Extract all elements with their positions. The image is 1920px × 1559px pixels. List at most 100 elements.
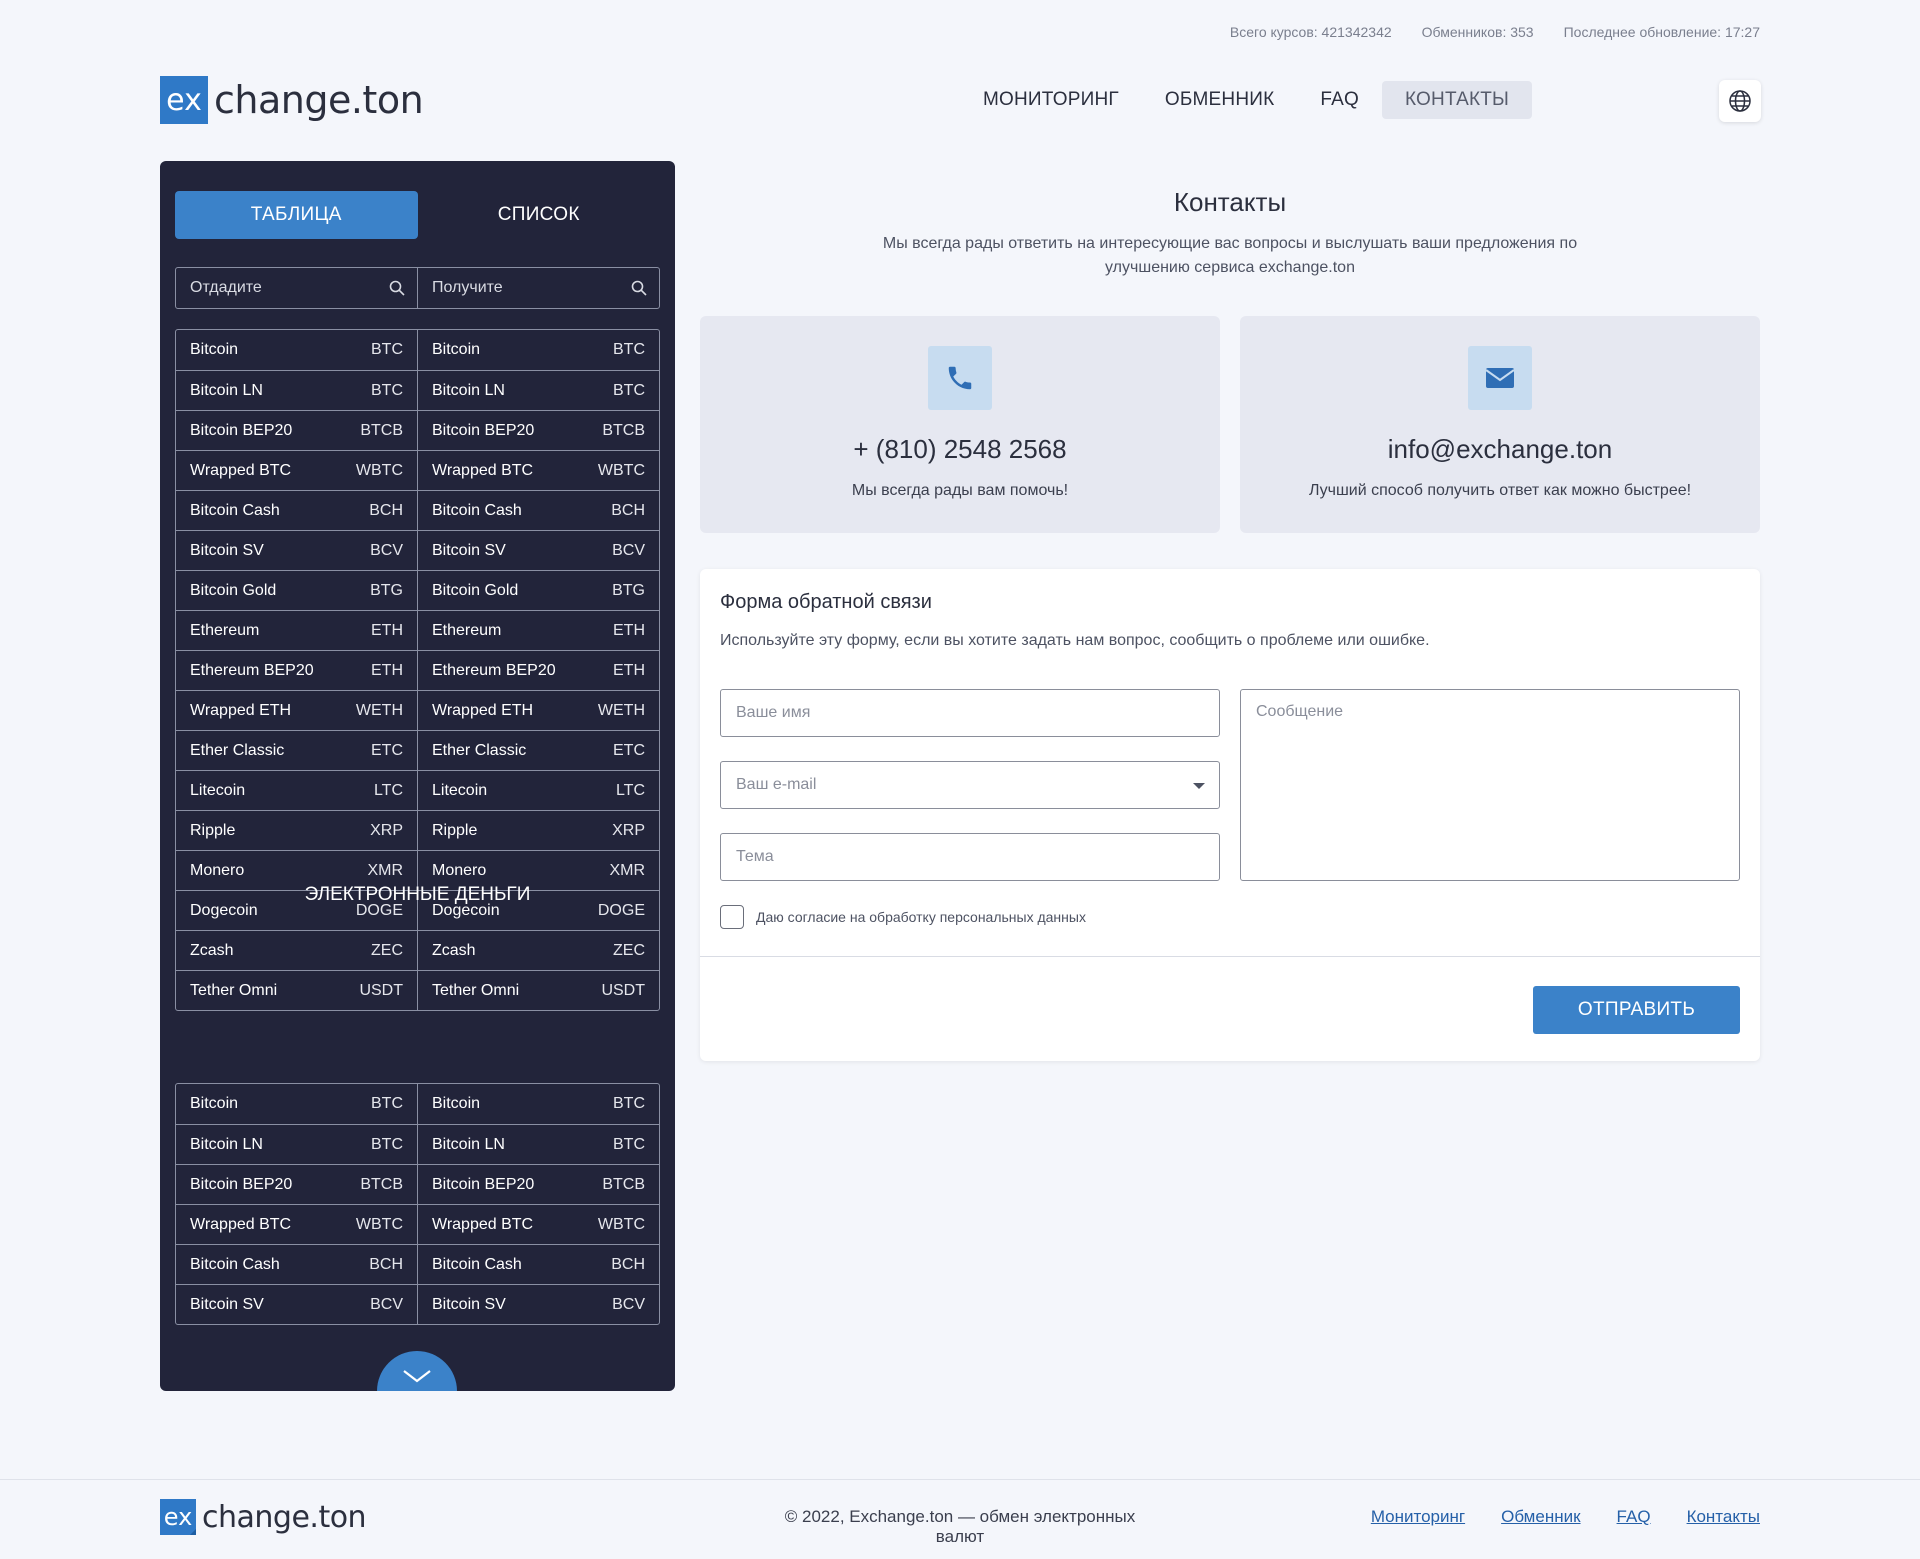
nav-contacts[interactable]: КОНТАКТЫ — [1381, 81, 1533, 119]
get-currency-option[interactable]: Bitcoin SV BCV — [417, 531, 659, 570]
language-button[interactable] — [1719, 80, 1761, 122]
currency-name: Ripple — [190, 821, 236, 839]
get-currency-option[interactable]: Zcash ZEC — [417, 931, 659, 970]
give-currency-option[interactable]: Bitcoin LN BTC — [176, 371, 417, 410]
currency-name: Wrapped BTC — [190, 1215, 292, 1233]
currency-code: XMR — [609, 861, 645, 879]
currency-row: Bitcoin BTC Bitcoin BTC — [176, 1084, 659, 1124]
currency-code: XMR — [367, 861, 403, 879]
give-currency-option[interactable]: Zcash ZEC — [176, 931, 417, 970]
nav-faq[interactable]: FAQ — [1297, 81, 1382, 119]
get-currency-option[interactable]: Tether Omni USDT — [417, 971, 659, 1010]
get-currency-option[interactable]: Litecoin LTC — [417, 771, 659, 810]
currency-name: Zcash — [432, 941, 476, 959]
give-currency-option[interactable]: Ethereum ETH — [176, 611, 417, 650]
give-currency-option[interactable]: Tether Omni USDT — [176, 971, 417, 1010]
get-currency-option[interactable]: Bitcoin Cash BCH — [417, 1245, 659, 1284]
footer-link-exchanger[interactable]: Обменник — [1501, 1507, 1580, 1527]
give-currency-option[interactable]: Litecoin LTC — [176, 771, 417, 810]
get-currency-option[interactable]: Bitcoin BEP20 BTCB — [417, 411, 659, 450]
submit-button[interactable]: ОТПРАВИТЬ — [1533, 986, 1740, 1034]
give-currency-option[interactable]: Ripple XRP — [176, 811, 417, 850]
consent-checkbox[interactable] — [720, 905, 744, 929]
get-currency-option[interactable]: Bitcoin LN BTC — [417, 371, 659, 410]
message-textarea[interactable]: Сообщение — [1240, 689, 1740, 881]
email-address[interactable]: info@exchange.ton — [1240, 434, 1760, 465]
name-input[interactable]: Ваше имя — [720, 689, 1220, 737]
get-currency-option[interactable]: Ethereum ETH — [417, 611, 659, 650]
give-currency-option[interactable]: Ethereum BEP20 ETH — [176, 651, 417, 690]
give-currency-option[interactable]: Bitcoin BEP20 BTCB — [176, 1165, 417, 1204]
give-currency-option[interactable]: Wrapped BTC WBTC — [176, 1205, 417, 1244]
currency-code: BTC — [613, 341, 645, 358]
currency-name: Bitcoin BEP20 — [432, 1175, 535, 1193]
currency-row: Bitcoin LN BTC Bitcoin LN BTC — [176, 1124, 659, 1164]
footer-link-contacts[interactable]: Контакты — [1687, 1507, 1760, 1527]
get-currency-option[interactable]: Bitcoin Gold BTG — [417, 571, 659, 610]
get-search-input[interactable]: Получите — [417, 268, 659, 308]
currency-row: Litecoin LTC Litecoin LTC — [176, 770, 659, 810]
get-currency-option[interactable]: Wrapped BTC WBTC — [417, 451, 659, 490]
currency-name: Bitcoin Cash — [432, 501, 522, 519]
get-currency-option[interactable]: Ethereum BEP20 ETH — [417, 651, 659, 690]
give-currency-option[interactable]: Bitcoin BTC — [176, 1084, 417, 1124]
give-currency-option[interactable]: Bitcoin Gold BTG — [176, 571, 417, 610]
nav-monitoring[interactable]: МОНИТОРИНГ — [960, 81, 1142, 119]
currency-row: Zcash ZEC Zcash ZEC — [176, 930, 659, 970]
currency-code: BTCB — [360, 421, 403, 439]
currency-code: WBTC — [597, 461, 645, 479]
footer-link-monitoring[interactable]: Мониторинг — [1371, 1507, 1465, 1527]
currency-name: Wrapped BTC — [432, 461, 534, 479]
currency-code: ETH — [613, 661, 645, 679]
currency-row: Bitcoin BEP20 BTCB Bitcoin BEP20 BTCB — [176, 410, 659, 450]
give-currency-option[interactable]: Bitcoin LN BTC — [176, 1125, 417, 1164]
get-currency-option[interactable]: Bitcoin BEP20 BTCB — [417, 1165, 659, 1204]
footer-logo[interactable]: ex change.ton — [160, 1499, 367, 1535]
get-currency-option[interactable]: Ether Classic ETC — [417, 731, 659, 770]
currency-code: BTC — [371, 1135, 403, 1153]
email-select[interactable]: Ваш e-mail — [720, 761, 1220, 809]
get-currency-option[interactable]: Bitcoin LN BTC — [417, 1125, 659, 1164]
site-logo[interactable]: ex change.ton — [160, 76, 424, 124]
get-currency-option[interactable]: Wrapped ETH WETH — [417, 691, 659, 730]
subject-input[interactable]: Тема — [720, 833, 1220, 881]
give-currency-option[interactable]: Bitcoin Cash BCH — [176, 491, 417, 530]
copyright: © 2022, Exchange.ton — обмен электронных… — [784, 1507, 1136, 1546]
phone-card: + (810) 2548 2568 Мы всегда рады вам пом… — [700, 316, 1220, 533]
email-note: Лучший способ получить ответ как можно б… — [1308, 482, 1692, 499]
currency-name: Bitcoin SV — [432, 541, 506, 559]
get-currency-option[interactable]: Bitcoin BTC — [417, 330, 659, 370]
currency-name: Bitcoin Gold — [432, 581, 519, 599]
get-currency-option[interactable]: Wrapped BTC WBTC — [417, 1205, 659, 1244]
give-search-input[interactable]: Отдадите — [176, 268, 417, 308]
give-currency-option[interactable]: Bitcoin Cash BCH — [176, 1245, 417, 1284]
give-currency-option[interactable]: Bitcoin BTC — [176, 330, 417, 370]
give-currency-option[interactable]: Wrapped BTC WBTC — [176, 451, 417, 490]
consent-checkbox-row[interactable]: Даю согласие на обработку персональных д… — [720, 905, 1086, 929]
currency-name: Tether Omni — [432, 981, 520, 999]
phone-number[interactable]: + (810) 2548 2568 — [700, 434, 1220, 465]
currency-name: Ethereum BEP20 — [432, 661, 556, 679]
currency-name: Bitcoin — [432, 341, 481, 358]
get-currency-option[interactable]: Bitcoin BTC — [417, 1084, 659, 1124]
currency-name: Bitcoin Gold — [190, 581, 277, 599]
give-currency-option[interactable]: Wrapped ETH WETH — [176, 691, 417, 730]
email-card: info@exchange.ton Лучший способ получить… — [1240, 316, 1760, 533]
get-currency-option[interactable]: Bitcoin SV BCV — [417, 1285, 659, 1324]
give-currency-option[interactable]: Ether Classic ETC — [176, 731, 417, 770]
nav-exchanger[interactable]: ОБМЕННИК — [1142, 81, 1298, 119]
tab-list[interactable]: СПИСОК — [418, 191, 661, 239]
get-currency-option[interactable]: Bitcoin Cash BCH — [417, 491, 659, 530]
currency-code: BCV — [370, 541, 403, 559]
give-currency-option[interactable]: Bitcoin SV BCV — [176, 1285, 417, 1324]
footer-link-faq[interactable]: FAQ — [1617, 1507, 1651, 1527]
tab-table[interactable]: ТАБЛИЦА — [175, 191, 418, 239]
get-currency-option[interactable]: Ripple XRP — [417, 811, 659, 850]
give-currency-option[interactable]: Bitcoin SV BCV — [176, 531, 417, 570]
currency-name: Monero — [190, 861, 245, 879]
show-more-button[interactable] — [377, 1351, 457, 1391]
give-currency-option[interactable]: Bitcoin BEP20 BTCB — [176, 411, 417, 450]
currency-code: BTC — [371, 1095, 403, 1112]
phone-icon-box — [928, 346, 992, 410]
currency-code: BTG — [370, 581, 403, 599]
